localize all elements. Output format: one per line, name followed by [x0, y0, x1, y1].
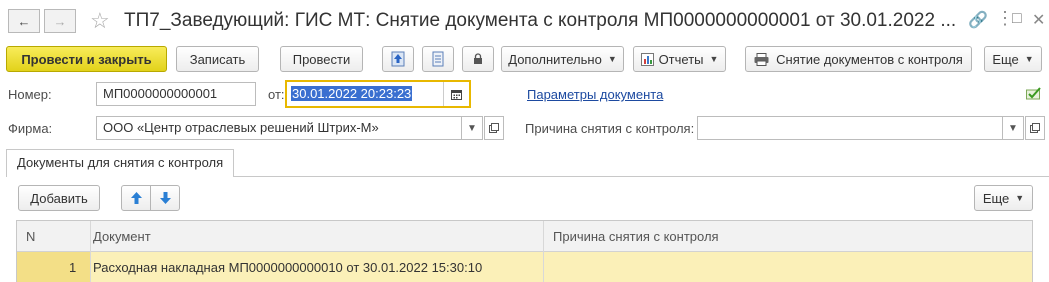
post-button[interactable]: Провести — [280, 46, 363, 72]
cell-n: 1 — [69, 260, 77, 275]
table-header: N Документ Причина снятия с контроля — [17, 221, 1032, 252]
row-number-cell — [17, 252, 90, 282]
column-divider — [90, 221, 91, 282]
caret-down-icon: ▼ — [1015, 193, 1025, 203]
documents-table: N Документ Причина снятия с контроля 1 Р… — [16, 220, 1033, 282]
more-actions-dropdown[interactable]: Дополнительно ▼ — [501, 46, 624, 72]
lock-icon — [474, 53, 482, 64]
removal-print-button[interactable]: Снятие документов с контроля — [745, 46, 972, 72]
column-header-document[interactable]: Документ — [93, 229, 151, 244]
firm-field[interactable]: ООО «Центр отраслевых решений Штрих-М» — [96, 116, 462, 140]
more-button[interactable]: Еще ▼ — [984, 46, 1042, 72]
lock-button[interactable] — [462, 46, 494, 72]
column-header-reason[interactable]: Причина снятия с контроля — [553, 229, 719, 244]
open-link-icon — [1030, 123, 1040, 133]
firm-label: Фирма: — [8, 121, 53, 136]
document-structure-icon — [432, 51, 444, 67]
move-down-button[interactable] — [150, 185, 180, 211]
window-title: ТП7_Заведующий: ГИС МТ: Снятие документа… — [124, 10, 957, 31]
calendar-button[interactable] — [443, 82, 469, 106]
firm-open-button[interactable] — [484, 116, 504, 140]
arrow-up-icon — [130, 192, 142, 204]
reason-dropdown-button[interactable]: ▼ — [1002, 116, 1024, 140]
printer-icon — [754, 52, 769, 66]
arrow-left-icon: ← — [17, 13, 31, 29]
firm-dropdown-button[interactable]: ▼ — [461, 116, 483, 140]
cell-document[interactable]: Расходная накладная МП0000000000010 от 3… — [93, 260, 482, 275]
reason-open-button[interactable] — [1025, 116, 1045, 140]
arrow-down-icon — [159, 192, 171, 204]
upload-button[interactable] — [382, 46, 414, 72]
post-and-close-button[interactable]: Провести и закрыть — [6, 46, 167, 72]
document-params-link[interactable]: Параметры документа — [527, 87, 663, 102]
open-link-icon — [489, 123, 499, 133]
caret-down-icon: ▼ — [1024, 54, 1034, 64]
forward-button[interactable]: → — [44, 9, 76, 33]
caret-down-icon: ▼ — [607, 54, 617, 64]
report-icon — [640, 52, 654, 66]
number-label: Номер: — [8, 87, 52, 102]
arrow-right-icon: → — [53, 13, 67, 29]
caret-down-icon: ▼ — [1008, 122, 1018, 134]
favorite-star-icon[interactable]: ☆ — [90, 8, 110, 34]
calendar-icon — [451, 89, 462, 100]
back-button[interactable]: ← — [8, 9, 40, 33]
caret-down-icon: ▼ — [467, 122, 477, 134]
table-more-button[interactable]: Еще ▼ — [974, 185, 1033, 211]
tab-documents[interactable]: Документы для снятия с контроля — [6, 149, 235, 177]
close-icon[interactable]: ✕ — [1032, 10, 1045, 30]
status-check-icon — [1026, 86, 1042, 103]
reason-label: Причина снятия с контроля: — [525, 121, 695, 136]
column-header-n[interactable]: N — [26, 229, 35, 244]
date-label: от: — [268, 87, 285, 102]
maximize-icon[interactable]: □ — [1012, 10, 1022, 28]
column-divider — [543, 221, 544, 282]
reason-field[interactable] — [697, 116, 1003, 140]
structure-button[interactable] — [422, 46, 454, 72]
number-field[interactable]: МП0000000000001 — [96, 82, 256, 106]
save-button[interactable]: Записать — [176, 46, 259, 72]
move-up-button[interactable] — [121, 185, 151, 211]
add-row-button[interactable]: Добавить — [18, 185, 100, 211]
caret-down-icon: ▼ — [709, 54, 719, 64]
upload-icon — [391, 51, 405, 67]
link-icon[interactable]: 🔗 — [968, 10, 988, 30]
date-field[interactable]: 30.01.2022 20:23:23 — [285, 80, 471, 108]
reports-dropdown[interactable]: Отчеты ▼ — [633, 46, 726, 72]
